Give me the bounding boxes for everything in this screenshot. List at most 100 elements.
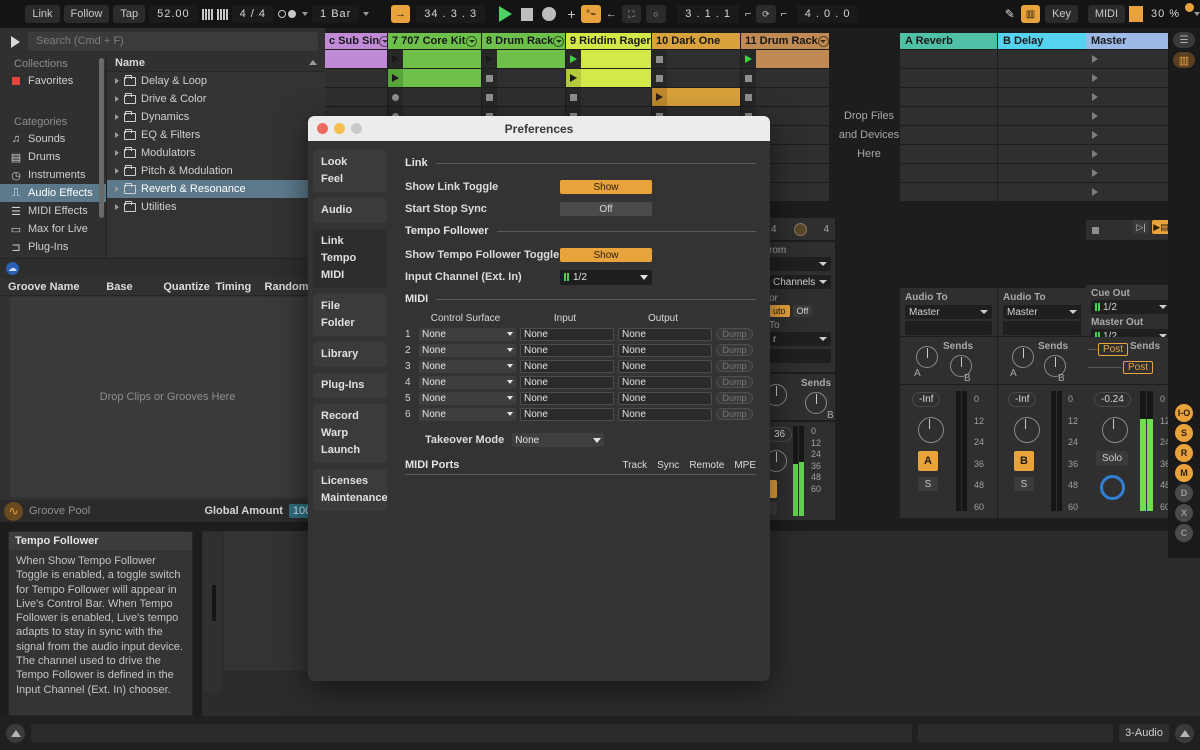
play-button[interactable] [499, 6, 512, 22]
close-icon[interactable] [317, 123, 328, 134]
pan-knob-icon[interactable] [794, 223, 807, 236]
scene-launch-row[interactable] [1086, 183, 1176, 201]
midi-input-chooser[interactable]: None [520, 392, 614, 405]
position-field[interactable]: 34 . 3 . 3 [416, 5, 485, 23]
return-slot[interactable] [900, 50, 997, 68]
return-b-activator[interactable]: B [1014, 451, 1034, 471]
chooser-input-channel[interactable]: 1/2 [560, 270, 652, 285]
disclosure-triangle-icon[interactable] [115, 132, 119, 138]
loop-length-field[interactable]: 4 . 0 . 0 [797, 5, 859, 23]
track-header-707-core-kit[interactable]: 7 707 Core Kit [388, 33, 481, 49]
clip-stop-button[interactable] [482, 69, 497, 87]
track-header-drum-rack-8[interactable]: 8 Drum Rack [482, 33, 565, 49]
chevron-down-icon[interactable] [379, 36, 387, 47]
loop-circle-icon[interactable]: ○ [646, 5, 666, 23]
nav-item-look[interactable]: Look [313, 154, 387, 171]
toggle-start-stop-sync[interactable]: Off [560, 202, 652, 216]
nav-group-record-warp-launch[interactable]: Record Warp Launch [313, 404, 387, 463]
return-b-pan-knob[interactable] [1014, 417, 1040, 443]
control-surface-chooser[interactable]: None [419, 392, 516, 405]
ableton-cloud-icon[interactable]: ☁ [6, 262, 19, 275]
return-slot[interactable] [900, 145, 997, 163]
nav-group-library[interactable]: Library [313, 342, 387, 367]
col-base[interactable]: Base [98, 281, 155, 293]
clip-slot[interactable] [566, 88, 651, 106]
session-mixer-menu-icon[interactable]: ☰ [1173, 32, 1195, 48]
midi-output-chooser[interactable]: None [618, 360, 712, 373]
preferences-titlebar[interactable]: Preferences [308, 116, 770, 141]
col-quantize[interactable]: Quantize [155, 281, 207, 293]
computer-midi-keyboard-icon[interactable]: ▥ [1021, 5, 1041, 23]
return-slot[interactable] [900, 183, 997, 201]
track-meters-icon[interactable]: ▥ [1173, 52, 1195, 68]
toggle-show-link[interactable]: Show [560, 180, 652, 194]
browser-preview-button[interactable] [6, 32, 25, 51]
disclosure-triangle-icon[interactable] [115, 78, 119, 84]
scene-launch-icon[interactable] [1092, 188, 1098, 196]
chevron-down-icon[interactable] [819, 280, 827, 284]
browser-row[interactable]: Delay & Loop [107, 72, 325, 90]
midi-input-chooser[interactable]: None [520, 376, 614, 389]
browser-row[interactable]: Utilities [107, 198, 325, 216]
return-a-pan-knob[interactable] [918, 417, 944, 443]
io-section-toggle[interactable]: I-O [1175, 404, 1193, 422]
control-surface-chooser[interactable]: None [419, 408, 516, 421]
master-name[interactable]: Master [1086, 33, 1176, 49]
groove-pool-dropzone[interactable]: Drop Clips or Grooves Here [10, 297, 325, 497]
nav-group-audio[interactable]: Audio [313, 198, 387, 223]
clip-slot[interactable] [325, 69, 387, 87]
audio-to-sub-chooser-a[interactable] [905, 321, 992, 335]
audio-driver-label[interactable]: 3-Audio [1119, 724, 1169, 742]
clip-stop-button[interactable] [652, 69, 667, 87]
return-slot[interactable] [900, 69, 997, 87]
chooser-takeover-mode[interactable]: None [512, 433, 604, 447]
audio-to-sub-chooser[interactable] [769, 349, 831, 363]
return-b-solo[interactable]: S [1014, 477, 1034, 491]
clip-slot[interactable] [741, 88, 829, 106]
toggle-show-tempo-follower[interactable]: Show [560, 248, 652, 262]
monitor-auto-button[interactable]: uto [769, 305, 790, 317]
return-b-volume[interactable]: -Inf [1008, 392, 1036, 407]
midi-output-chooser[interactable]: None [618, 376, 712, 389]
clip-slot-filled[interactable] [566, 69, 651, 87]
chain-section-toggle[interactable]: C [1175, 524, 1193, 542]
control-surface-chooser[interactable]: None [419, 376, 516, 389]
clip-slot-filled[interactable] [388, 69, 481, 87]
master-solo-button[interactable]: Solo [1096, 451, 1128, 466]
track-header-riddim-rager[interactable]: 9 Riddim Rager [566, 33, 651, 49]
maximize-icon[interactable] [351, 123, 362, 134]
clip-launch-button[interactable] [566, 69, 581, 87]
col-random[interactable]: Random [257, 281, 310, 293]
preferences-dialog[interactable]: Preferences Look Feel Audio Link Tempo M… [308, 116, 770, 681]
disclosure-triangle-icon[interactable] [115, 186, 119, 192]
stop-all-clips-icon[interactable] [1092, 227, 1099, 234]
browser-row[interactable]: Drive & Color [107, 90, 325, 108]
metronome-icon[interactable] [202, 9, 213, 20]
nav-item-library[interactable]: Library [313, 346, 387, 363]
clip-launch-button[interactable] [741, 50, 756, 68]
quantization-field[interactable]: 1 Bar [312, 5, 359, 23]
midi-input-chooser[interactable]: None [520, 408, 614, 421]
clip-stop-button[interactable] [652, 50, 667, 68]
clip-slot[interactable] [652, 69, 740, 87]
metronome-grid-icon[interactable] [217, 9, 228, 20]
return-slot[interactable] [900, 164, 997, 182]
minimize-icon[interactable] [334, 123, 345, 134]
punch-in-icon[interactable]: ⌐ [745, 8, 751, 20]
cue-volume-knob[interactable] [1100, 475, 1125, 500]
back-to-arrangement-icon[interactable]: ← [606, 8, 617, 20]
clip-launch-button[interactable] [652, 88, 667, 106]
nav-group-file-folder[interactable]: File Folder [313, 294, 387, 336]
tap-tempo-button[interactable]: Tap [113, 5, 145, 23]
nav-item-folder[interactable]: Folder [313, 315, 387, 332]
info-toggle-icon[interactable] [6, 724, 25, 743]
midi-output-chooser[interactable]: None [618, 344, 712, 357]
nav-item-audio[interactable]: Audio [313, 202, 387, 219]
tempo-field[interactable]: 52.00 [149, 5, 198, 23]
browser-sidebar-scrollbar[interactable] [99, 58, 104, 218]
clip-slot-filled[interactable] [652, 88, 740, 106]
return-a-solo[interactable]: S [918, 477, 938, 491]
return-b-name[interactable]: B Delay [998, 33, 1095, 49]
return-slot[interactable] [998, 88, 1095, 106]
master-pan-knob[interactable] [1102, 417, 1128, 443]
